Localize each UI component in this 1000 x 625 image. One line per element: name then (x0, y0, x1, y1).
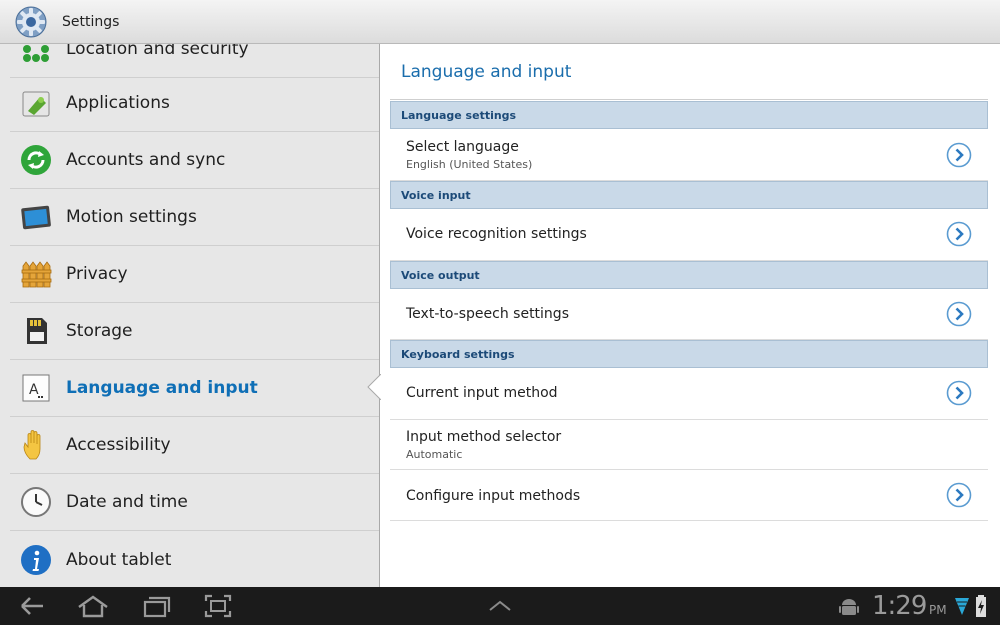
sidebar-item-label: Applications (66, 93, 170, 113)
privacy-fence-icon (18, 256, 54, 292)
sidebar-item-about-tablet[interactable]: About tablet (10, 531, 379, 587)
chevron-right-icon[interactable] (946, 482, 972, 508)
hand-icon (18, 427, 54, 463)
title-bar: Settings (0, 0, 1000, 44)
row-select-language[interactable]: Select language English (United States) (390, 129, 988, 181)
row-title: Input method selector (406, 429, 562, 445)
row-subtitle: Automatic (406, 448, 463, 461)
sidebar-item-label: Storage (66, 321, 133, 341)
wifi-signal-icon (955, 598, 969, 615)
detail-pane: Language and input Language settings Sel… (380, 44, 1000, 587)
row-text-to-speech[interactable]: Text-to-speech settings (390, 289, 988, 340)
recent-apps-icon[interactable] (142, 593, 172, 619)
sidebar-item-accounts-sync[interactable]: Accounts and sync (10, 132, 379, 189)
section-header-voice-output: Voice output (390, 261, 988, 289)
section-header-voice-input: Voice input (390, 181, 988, 209)
row-configure-input-methods[interactable]: Configure input methods (390, 470, 988, 521)
sidebar-item-label: Motion settings (66, 207, 197, 227)
app-title: Settings (62, 13, 120, 30)
sidebar-item-date-time[interactable]: Date and time (10, 474, 379, 531)
row-title: Configure input methods (406, 488, 581, 504)
back-icon[interactable] (18, 593, 46, 619)
battery-icon (976, 595, 986, 617)
row-subtitle: English (United States) (406, 158, 533, 171)
sd-card-icon (18, 313, 54, 349)
section-header-keyboard-settings: Keyboard settings (390, 340, 988, 368)
screenshot-icon[interactable] (203, 593, 233, 619)
chevron-up-icon[interactable] (486, 593, 514, 619)
chevron-right-icon[interactable] (946, 301, 972, 327)
sidebar-item-label: About tablet (66, 549, 172, 570)
sidebar-item-label: Language and input (66, 378, 258, 398)
page-title: Language and input (401, 62, 572, 82)
selection-pointer (367, 374, 381, 400)
sidebar-item-location-security[interactable]: Location and security (10, 44, 379, 78)
clock-ampm: PM (929, 603, 947, 617)
settings-gear-icon[interactable] (14, 5, 48, 39)
clock-icon (18, 484, 54, 520)
sidebar-item-applications[interactable]: Applications (10, 75, 379, 132)
chevron-right-icon[interactable] (946, 142, 972, 168)
system-bar: 1:29 PM (0, 587, 1000, 625)
row-voice-recognition[interactable]: Voice recognition settings (390, 209, 988, 261)
sidebar-item-privacy[interactable]: Privacy (10, 246, 379, 303)
chevron-right-icon[interactable] (946, 221, 972, 247)
sidebar-item-label: Accounts and sync (66, 150, 226, 170)
row-title: Select language (406, 139, 519, 155)
svg-text:A: A (29, 382, 39, 398)
settings-sidebar: Location and security Applications Accou… (0, 44, 380, 587)
sidebar-item-label: Accessibility (66, 435, 171, 455)
android-debug-icon (839, 599, 859, 615)
clock-time: 1:29 (872, 591, 927, 621)
info-icon (18, 542, 54, 578)
chevron-right-icon[interactable] (946, 380, 972, 406)
row-title: Current input method (406, 385, 558, 401)
location-security-icon (18, 44, 54, 67)
sidebar-item-accessibility[interactable]: Accessibility (10, 417, 379, 474)
section-header-language-settings: Language settings (390, 101, 988, 129)
row-current-input-method[interactable]: Current input method (390, 368, 988, 420)
motion-icon (18, 199, 54, 235)
sidebar-item-label: Privacy (66, 264, 128, 284)
applications-icon (18, 85, 54, 121)
divider (390, 99, 988, 100)
sidebar-item-language-input[interactable]: A Language and input (10, 360, 379, 417)
sidebar-item-label: Location and security (66, 44, 249, 59)
sidebar-item-label: Date and time (66, 492, 188, 512)
sidebar-item-storage[interactable]: Storage (10, 303, 379, 360)
sidebar-item-motion-settings[interactable]: Motion settings (10, 189, 379, 246)
home-icon[interactable] (76, 593, 110, 619)
row-title: Voice recognition settings (406, 226, 587, 242)
sync-icon (18, 142, 54, 178)
row-title: Text-to-speech settings (406, 306, 569, 322)
row-input-method-selector[interactable]: Input method selector Automatic (390, 420, 988, 470)
language-icon: A (18, 370, 54, 406)
